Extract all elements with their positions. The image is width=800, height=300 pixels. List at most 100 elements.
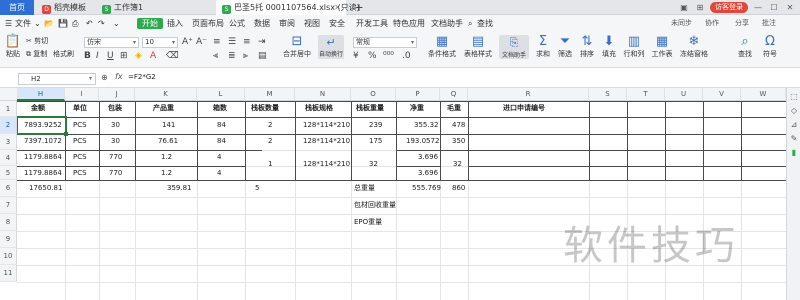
comment-button[interactable]: 批注 [762,15,776,32]
menu-review[interactable]: 审阅 [279,15,295,32]
cell-pack[interactable]: 30 [111,138,120,145]
collab-button[interactable]: 协作 [705,15,719,32]
format-painter-button[interactable]: 格式刷 [53,49,74,59]
menu-page-layout[interactable]: 页面布局 [192,15,224,32]
tab-home[interactable]: 首页 [0,0,34,15]
column-header-r[interactable]: R [468,88,589,101]
fill-button[interactable]: ⬇ 填充 [599,34,619,59]
layout-icon[interactable]: ▣ [678,3,690,12]
cell-unit[interactable]: PCS [73,170,87,177]
cell-product-weight[interactable]: 1.2 [161,154,172,161]
copy-button[interactable]: ⧉ 复制 [26,49,47,59]
new-tab-button[interactable]: + [352,0,366,15]
header-pallet-spec[interactable]: 栈板规格 [305,105,333,112]
column-header-k[interactable]: K [135,88,197,101]
cell-gross-weight[interactable]: 478 [452,122,465,129]
wrap-text-button[interactable]: ↵ 自动换行 [318,35,344,59]
row-header-8[interactable]: 8 [0,214,17,231]
cell-product-weight[interactable]: 76.61 [158,138,178,145]
column-header-s[interactable]: S [589,88,627,101]
table-style-button[interactable]: ▤ 表格样式 [461,34,495,59]
column-header-l[interactable]: L [197,88,245,101]
header-pack[interactable]: 包装 [108,105,122,112]
border-icon[interactable]: ⊞ [120,51,128,61]
bold-icon[interactable]: B [84,51,91,61]
menu-insert[interactable]: 插入 [167,15,183,32]
clear-format-icon[interactable]: ⌫ [166,51,179,61]
row-header-10[interactable]: 10 [0,248,17,265]
cell-amount[interactable]: 1179.8864 [24,154,62,161]
cell-net-weight[interactable]: 355.32 [414,122,439,129]
merged-pallet-count[interactable]: 1 [268,161,272,168]
indent-icon[interactable]: ⇥ [258,37,266,47]
style-icon[interactable]: ✎ [789,134,799,144]
tag-icon[interactable]: ◇ [789,106,799,116]
select-icon[interactable]: ⬚ [789,92,799,102]
cell-amount[interactable]: 1179.8864 [24,170,62,177]
find-button[interactable]: ⌕ 查找 [735,34,755,59]
header-unit[interactable]: 单位 [73,105,87,112]
decimal-icon[interactable]: .0 [402,51,411,61]
menu-search[interactable]: 查找 [477,15,493,32]
minimize-icon[interactable]: — [752,3,764,12]
property-icon[interactable]: ▮ [789,148,799,158]
freeze-panes-button[interactable]: ❄ 冻结窗格 [677,34,711,59]
merge-center-button[interactable]: ⊟ 合并居中 [282,34,312,59]
chevron-down-icon[interactable]: ⌄ [34,15,41,32]
underline-icon[interactable]: U [107,51,114,61]
total-gross-weight[interactable]: 860 [452,185,465,192]
close-tab-icon[interactable]: ✕ [334,0,341,15]
column-header-o[interactable]: O [351,88,396,101]
align-right-icon[interactable]: ⫸ [243,51,248,61]
row-header-5[interactable]: 5 [0,166,17,180]
save-icon[interactable]: 💾 [58,15,68,32]
fill-handle[interactable] [64,132,68,136]
align-top-icon[interactable]: ≡ [213,37,221,47]
cell-pallet-weight[interactable]: 175 [369,138,382,145]
header-pallet-count[interactable]: 栈板数量 [251,105,279,112]
menu-icon[interactable]: ☰ [5,15,12,32]
merged-pallet-spec[interactable]: 128*114*210 [303,161,350,168]
fill-color-icon[interactable]: ◈ [135,51,142,61]
cell-pallet-count[interactable]: 2 [268,122,272,129]
conditional-format-button[interactable]: ▦ 条件格式 [425,34,459,59]
tab-templates[interactable]: D 稻壳模板 [36,0,94,15]
row-header-1[interactable]: 1 [0,101,17,117]
percent-icon[interactable]: % [368,51,377,61]
menu-view[interactable]: 视图 [304,15,320,32]
cell-boxes[interactable]: 4 [217,170,221,177]
filter-button[interactable]: ⏷ 筛选 [555,34,575,59]
menu-doc-helper[interactable]: 文档助手 [431,15,463,32]
row-header-9[interactable]: 9 [0,231,17,248]
header-product-weight[interactable]: 产品重 [153,105,174,112]
column-header-p[interactable]: P [396,88,440,101]
cell-pallet-spec[interactable]: 128*114*210 [303,138,350,145]
tab-workbook1[interactable]: S 工作簿1 [96,0,216,15]
header-net-weight[interactable]: 净重 [410,105,424,112]
cell-pack[interactable]: 30 [111,122,120,129]
column-header-h[interactable]: H [17,88,65,101]
header-amount[interactable]: 金额 [31,105,45,112]
row-header-11[interactable]: 11 [0,265,17,282]
redo-icon[interactable]: ↷ [98,15,105,32]
total-weight-label[interactable]: 总重量 [354,185,375,192]
epo-weight-label[interactable]: EPO重量 [354,219,382,226]
sort-button[interactable]: ⇅ 排序 [577,34,597,59]
column-header-m[interactable]: M [245,88,295,101]
more-icon[interactable]: ⌄ [113,15,120,32]
thousands-icon[interactable]: ⁰⁰⁰ [383,51,394,61]
cut-button[interactable]: ✂ 剪切 [26,36,48,46]
formula-input[interactable]: =F2*G2 [128,73,156,81]
login-button[interactable]: 访客登录 [710,2,748,13]
worksheet-button[interactable]: ▦ 工作表 [649,34,675,59]
row-col-button[interactable]: ▥ 行和列 [621,34,647,59]
menu-data[interactable]: 数据 [254,15,270,32]
menu-file[interactable]: 文件 [15,15,31,32]
sync-status[interactable]: 未同步 [671,15,692,32]
align-left-icon[interactable]: ⫷ [213,51,218,61]
row-header-7[interactable]: 7 [0,197,17,214]
print-icon[interactable]: ⎙ [72,15,78,32]
increase-font-icon[interactable]: A⁺ [182,37,193,47]
cell-unit[interactable]: PCS [73,138,87,145]
column-header-t[interactable]: T [627,88,665,101]
